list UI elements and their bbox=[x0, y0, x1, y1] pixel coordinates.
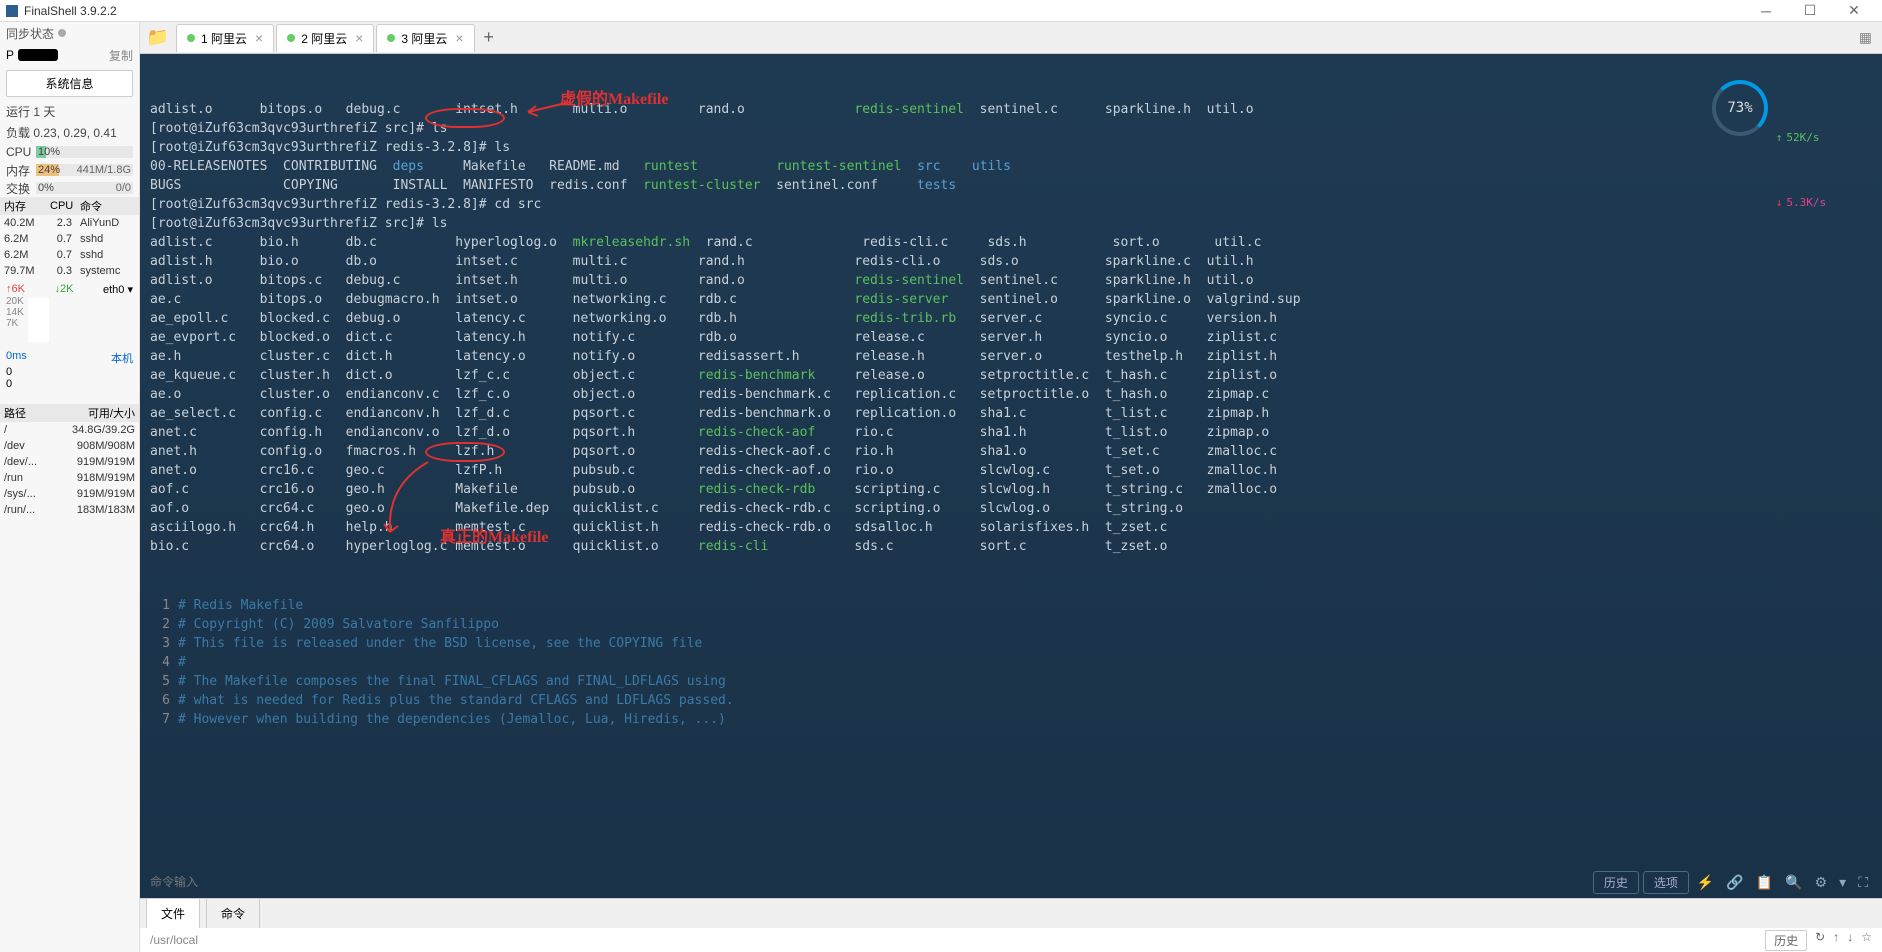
tab-command[interactable]: 命令 bbox=[206, 898, 260, 928]
cpu-stat: CPU 10% bbox=[0, 143, 139, 161]
content-area: 📁 1 阿里云×2 阿里云×3 阿里云× + ▦ adlist.o bitops… bbox=[140, 22, 1882, 952]
command-input[interactable] bbox=[150, 875, 1593, 889]
maximize-button[interactable]: ☐ bbox=[1788, 0, 1832, 22]
system-info-button[interactable]: 系统信息 bbox=[6, 70, 133, 97]
bottom-tabs: 文件 命令 bbox=[140, 898, 1882, 928]
add-tab-button[interactable]: + bbox=[477, 27, 501, 48]
command-bar: 历史 选项 ⚡ 🔗 📋 🔍 ⚙ ▾ ⛶ bbox=[140, 866, 1882, 898]
process-row[interactable]: 79.7M0.3systemc bbox=[0, 263, 139, 279]
sidebar: 同步状态 P复制 系统信息 运行 1 天 负载 0.23, 0.29, 0.41… bbox=[0, 22, 140, 952]
net-graph bbox=[28, 298, 49, 342]
network-panel: ↑6K↓2Keth0 ▾ 20K14K7K bbox=[0, 279, 139, 346]
session-tab[interactable]: 2 阿里云× bbox=[276, 24, 374, 52]
grid-layout-icon[interactable]: ▦ bbox=[1859, 29, 1872, 46]
close-tab-icon[interactable]: × bbox=[355, 30, 363, 46]
minimize-button[interactable]: ─ bbox=[1744, 0, 1788, 22]
tab-bar: 📁 1 阿里云×2 阿里云×3 阿里云× + ▦ bbox=[140, 22, 1882, 54]
download-icon[interactable]: ↓ bbox=[1847, 930, 1853, 951]
process-row[interactable]: 40.2M2.3AliYunD bbox=[0, 215, 139, 231]
host-dropdown[interactable]: 本机 bbox=[111, 350, 133, 366]
copy-icon[interactable]: 📋 bbox=[1752, 874, 1777, 891]
gear-icon[interactable]: ⚙ bbox=[1811, 874, 1832, 891]
terminal[interactable]: adlist.o bitops.o debug.c intset.h multi… bbox=[140, 54, 1882, 866]
folder-icon[interactable]: 📁 bbox=[140, 27, 176, 48]
process-row[interactable]: 6.2M0.7sshd bbox=[0, 231, 139, 247]
fullscreen-icon[interactable]: ⛶ bbox=[1854, 874, 1872, 891]
status-dot-icon bbox=[387, 34, 395, 42]
close-button[interactable]: ✕ bbox=[1832, 0, 1876, 22]
bookmark-icon[interactable]: ☆ bbox=[1861, 930, 1872, 951]
refresh-icon[interactable]: ↻ bbox=[1815, 930, 1825, 951]
link-icon[interactable]: 🔗 bbox=[1722, 874, 1747, 891]
net-iface-dropdown[interactable]: eth0 ▾ bbox=[103, 283, 133, 296]
arrow-up-icon: ↑ bbox=[1776, 128, 1783, 147]
disk-row[interactable]: /dev908M/908M bbox=[0, 438, 139, 454]
latency-panel: 0ms本机 00 bbox=[0, 346, 139, 394]
session-tab[interactable]: 3 阿里云× bbox=[376, 24, 474, 52]
session-tab[interactable]: 1 阿里云× bbox=[176, 24, 274, 52]
bolt-icon[interactable]: ⚡ bbox=[1693, 874, 1718, 891]
titlebar: FinalShell 3.9.2.2 ─ ☐ ✕ bbox=[0, 0, 1882, 22]
process-row[interactable]: 6.2M0.7sshd bbox=[0, 247, 139, 263]
disk-row[interactable]: /run918M/919M bbox=[0, 470, 139, 486]
app-logo-icon bbox=[6, 5, 18, 17]
disk-row[interactable]: /sys/...919M/919M bbox=[0, 486, 139, 502]
process-table-header: 内存CPU命令 bbox=[0, 197, 139, 215]
close-tab-icon[interactable]: × bbox=[455, 30, 463, 46]
uptime-text: 运行 1 天 bbox=[0, 101, 139, 122]
arrow-down-icon: ↓ bbox=[1776, 193, 1783, 212]
close-tab-icon[interactable]: × bbox=[255, 30, 263, 46]
tab-file[interactable]: 文件 bbox=[146, 898, 200, 928]
path-text: /usr/local bbox=[150, 933, 198, 947]
upload-icon[interactable]: ↑ bbox=[1833, 930, 1839, 951]
perf-gauge: 73% ↑52K/s ↓5.3K/s bbox=[1712, 74, 1842, 144]
swap-stat: 交换 0%0/0 bbox=[0, 179, 139, 197]
ip-row: P复制 bbox=[0, 44, 139, 66]
search-icon[interactable]: 🔍 bbox=[1781, 874, 1806, 891]
app-title: FinalShell 3.9.2.2 bbox=[24, 4, 1744, 18]
net-down: ↓2K bbox=[55, 283, 74, 296]
disk-row[interactable]: /dev/...919M/919M bbox=[0, 454, 139, 470]
mem-stat: 内存 24%441M/1.8G bbox=[0, 161, 139, 179]
sync-status: 同步状态 bbox=[0, 22, 139, 44]
options-button[interactable]: 选项 bbox=[1643, 871, 1689, 894]
load-text: 负载 0.23, 0.29, 0.41 bbox=[0, 122, 139, 143]
sync-dot-icon bbox=[58, 29, 66, 37]
status-dot-icon bbox=[187, 34, 195, 42]
chevron-down-icon[interactable]: ▾ bbox=[1835, 874, 1850, 891]
disk-row[interactable]: /34.8G/39.2G bbox=[0, 422, 139, 438]
history-button[interactable]: 历史 bbox=[1593, 871, 1639, 894]
path-bar: /usr/local 历史 ↻ ↑ ↓ ☆ bbox=[140, 928, 1882, 952]
disk-row[interactable]: /run/...183M/183M bbox=[0, 502, 139, 518]
copy-ip-button[interactable]: 复制 bbox=[109, 47, 133, 64]
path-history-button[interactable]: 历史 bbox=[1765, 930, 1807, 951]
disk-table: 路径可用/大小 /34.8G/39.2G/dev908M/908M/dev/..… bbox=[0, 404, 139, 518]
net-up: ↑6K bbox=[6, 283, 25, 296]
status-dot-icon bbox=[287, 34, 295, 42]
ip-redacted bbox=[18, 49, 58, 61]
gauge-circle-icon: 73% bbox=[1712, 80, 1768, 136]
